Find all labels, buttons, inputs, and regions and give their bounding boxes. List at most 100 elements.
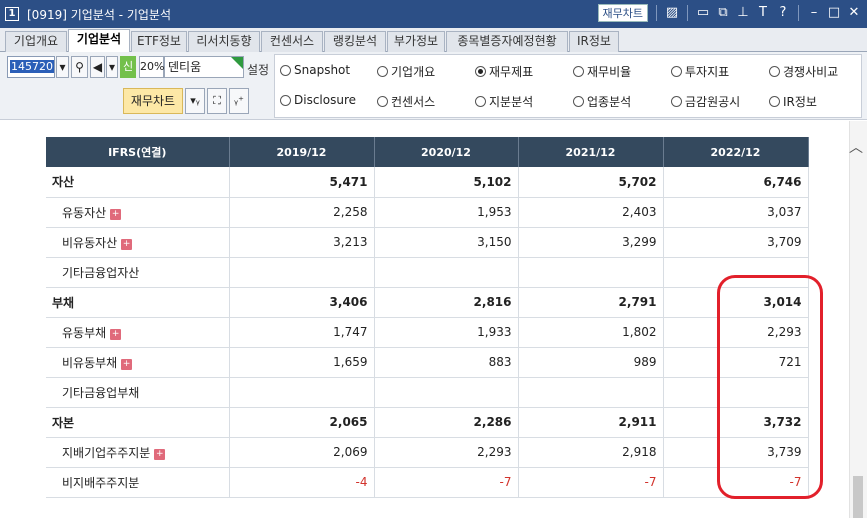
radio-label: 금감원공시	[685, 95, 741, 109]
row-label-text: 유동자산	[62, 205, 107, 220]
radio-financial-statements[interactable]: 재무제표	[475, 63, 533, 80]
radio-consensus[interactable]: 컨센서스	[377, 93, 435, 110]
tab-capital-increase[interactable]: 종목별증자예정현황	[446, 31, 568, 52]
radio-dot	[769, 96, 780, 107]
font-increase-icon[interactable]: ᵧ⁺	[229, 88, 249, 114]
table-cell: 2,816	[374, 287, 519, 318]
table-cell	[229, 377, 375, 408]
row-label-text: 기타금융업자산	[62, 265, 140, 280]
tab-additional-info[interactable]: 부가정보	[387, 31, 445, 52]
tab-ranking[interactable]: 랭킹분석	[324, 31, 386, 52]
table-row: 유동부채 +1,747 1,933 1,802 2,293	[46, 317, 809, 348]
tab-ir-info[interactable]: IR정보	[569, 31, 619, 52]
row-label-text: 지배기업주주지분	[62, 445, 151, 460]
row-label: 자산	[46, 167, 230, 198]
expand-plus-icon[interactable]: +	[110, 328, 122, 340]
radio-dot	[573, 66, 584, 77]
tab-company-overview[interactable]: 기업개요	[5, 31, 67, 52]
speaker-icon[interactable]: ◀	[90, 56, 105, 78]
radio-dot-selected	[475, 66, 486, 77]
financial-chart-button[interactable]: 재무차트	[123, 88, 183, 114]
stock-code-input[interactable]: 145720	[7, 56, 55, 78]
company-name-field[interactable]: 덴티움	[164, 56, 244, 78]
row-label: 비유동부채 +	[46, 347, 230, 378]
font-decrease-icon[interactable]: ▾ᵧ	[185, 88, 205, 114]
row-label-text: 자산	[52, 175, 75, 190]
expand-plus-icon[interactable]: +	[154, 448, 166, 460]
search-icon[interactable]: ⚲	[71, 56, 88, 78]
tab-company-analysis[interactable]: 기업분석	[68, 29, 130, 53]
tab-research[interactable]: 리서치동향	[188, 31, 260, 52]
table-cell: 1,802	[518, 317, 664, 348]
radio-label: 재무제표	[489, 65, 534, 79]
chevron-up-icon[interactable]: ︿	[849, 137, 863, 157]
radio-dot	[377, 96, 388, 107]
radio-dot	[280, 94, 291, 106]
table-cell: 3,150	[374, 227, 519, 258]
table-row: 자산 5,471 5,102 5,702 6,746	[46, 167, 809, 198]
row-label-text: 유동부채	[62, 325, 107, 340]
pin-icon[interactable]: ⊥	[736, 4, 750, 22]
row-label: 기타금융업부채	[46, 377, 230, 408]
expand-plus-icon[interactable]: +	[121, 358, 133, 370]
radio-label: 기업개요	[391, 65, 436, 79]
table-cell: 3,213	[229, 227, 375, 258]
highlight-annotation	[717, 275, 823, 499]
row-label: 부채	[46, 287, 230, 318]
help-icon[interactable]: ?	[776, 4, 790, 22]
table-cell: 5,102	[374, 167, 519, 198]
close-icon[interactable]: ✕	[847, 4, 861, 22]
tab-consensus[interactable]: 컨센서스	[261, 31, 323, 52]
scroll-thumb[interactable]	[853, 476, 863, 518]
radio-peer-comparison[interactable]: 경쟁사비교	[769, 63, 838, 80]
table-cell: 1,953	[374, 197, 519, 228]
table-cell: 3,709	[663, 227, 809, 258]
stock-code-value: 145720	[10, 60, 54, 73]
radio-label: 컨센서스	[391, 95, 436, 109]
copy-icon[interactable]: ⧉	[716, 4, 730, 22]
row-label: 비지배주주지분	[46, 467, 230, 498]
table-row: 비유동자산 +3,213 3,150 3,299 3,709	[46, 227, 809, 258]
text-icon[interactable]: T	[756, 4, 770, 22]
radio-dot	[475, 96, 486, 107]
chevron-down-icon[interactable]: ▾	[106, 56, 118, 78]
radio-label: 경쟁사비교	[783, 65, 839, 79]
table-cell: 2,069	[229, 437, 375, 468]
row-label: 유동부채 +	[46, 317, 230, 348]
radio-disclosure[interactable]: Disclosure	[280, 93, 356, 107]
radio-industry-analysis[interactable]: 업종분석	[573, 93, 631, 110]
table-row: 비지배주주지분 -4 -7 -7 -7	[46, 467, 809, 498]
fit-screen-icon[interactable]: ⛶	[207, 88, 227, 114]
minimize-icon[interactable]: –	[807, 4, 821, 22]
code-dropdown-icon[interactable]: ▾	[56, 56, 69, 78]
maximize-icon[interactable]: □	[827, 4, 841, 22]
radio-label: 재무비율	[587, 65, 632, 79]
radio-company-overview[interactable]: 기업개요	[377, 63, 435, 80]
chart-icon[interactable]: ▨	[665, 4, 679, 22]
row-label: 자본	[46, 407, 230, 438]
radio-snapshot[interactable]: Snapshot	[280, 63, 350, 77]
window-icon[interactable]: ▭	[696, 4, 710, 22]
tab-etf-info[interactable]: ETF정보	[131, 31, 187, 52]
radio-ir-info[interactable]: IR정보	[769, 93, 817, 110]
expand-plus-icon[interactable]: +	[121, 238, 133, 250]
radio-investment-indicators[interactable]: 투자지표	[671, 63, 729, 80]
radio-dot	[769, 66, 780, 77]
title-bar: 1 [0919] 기업분석 - 기업분석 재무차트 ▨ ▭ ⧉ ⊥ T ? – …	[0, 0, 867, 28]
table-cell: 3,037	[663, 197, 809, 228]
table-cell: -7	[374, 467, 519, 498]
financial-table: IFRS(연결) 2019/12 2020/12 2021/12 2022/12…	[46, 137, 809, 498]
radio-ownership-analysis[interactable]: 지분분석	[475, 93, 533, 110]
table-cell: 3,299	[518, 227, 664, 258]
expand-plus-icon[interactable]: +	[110, 208, 122, 220]
radio-fss-disclosure[interactable]: 금감원공시	[671, 93, 740, 110]
title-controls: 재무차트 ▨ ▭ ⧉ ⊥ T ? – □ ✕	[597, 4, 861, 22]
fin-chart-title-button[interactable]: 재무차트	[597, 4, 648, 22]
row-label-text: 자본	[52, 415, 75, 430]
vertical-scrollbar[interactable]	[849, 121, 867, 518]
radio-label: 지분분석	[489, 95, 534, 109]
table-cell: 1,747	[229, 317, 375, 348]
radio-financial-ratios[interactable]: 재무비율	[573, 63, 631, 80]
settings-label[interactable]: 설정	[247, 61, 269, 78]
radio-dot	[671, 96, 682, 107]
